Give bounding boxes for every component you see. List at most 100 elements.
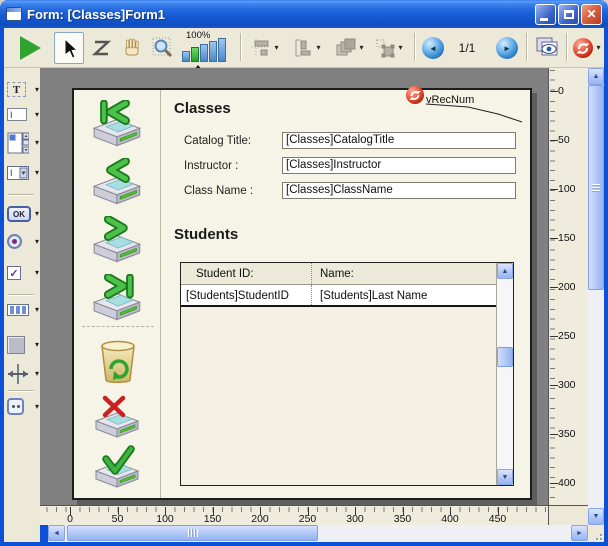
vertical-scrollbar[interactable]: ▲ ▼ [588, 68, 604, 525]
next-record-icon: ► [496, 37, 518, 59]
app-window: Form: [Classes]Form1 ✕ [0, 0, 608, 546]
run-icon [20, 36, 41, 60]
minimize-button[interactable] [535, 4, 556, 25]
horizontal-scroll-thumb[interactable] [67, 525, 318, 541]
toolbox-static-label-tool[interactable]: T ▾ [7, 82, 39, 97]
first-record-control[interactable] [92, 100, 144, 150]
previous-record-icon: ◄ [422, 37, 444, 59]
students-table-body [181, 307, 496, 485]
vertical-scroll-thumb[interactable] [588, 85, 604, 290]
next-record-button[interactable]: ► [494, 32, 520, 64]
table-scroll-thumb[interactable] [497, 347, 513, 367]
catalog-title-field[interactable]: [Classes]CatalogTitle [282, 132, 516, 149]
dropdown-icon: ▾ [35, 210, 39, 218]
zoom-bars-icon [182, 38, 226, 62]
control-toolbox: T ▾ I ▾ ▾ I ▾ [4, 68, 40, 542]
distribute-tool-button[interactable]: ▾ [289, 32, 325, 64]
students-table-row[interactable]: [Students]StudentID [Students]Last Name [181, 285, 496, 307]
scroll-down-icon: ▼ [593, 513, 600, 520]
validate-control[interactable] [92, 445, 144, 491]
previous-record-control[interactable] [92, 158, 144, 208]
preview-button[interactable] [532, 32, 564, 64]
instructor-field[interactable]: [Classes]Instructor [282, 157, 516, 174]
column-header-name[interactable]: Name: [311, 263, 496, 284]
toolbox-progressbar-tool[interactable]: ▾ [7, 304, 39, 316]
form-design-canvas[interactable]: Classes Catalog Title: [Classes]CatalogT… [72, 88, 532, 500]
resize-grip[interactable] [588, 525, 604, 542]
zoom-tool-button[interactable] [148, 32, 178, 64]
toolbox-list-control-tool[interactable]: ▾ [7, 132, 39, 154]
preview-eye-icon [535, 36, 561, 60]
table-scrollbar[interactable]: ▲ ▼ [496, 263, 513, 485]
dropdown-icon: ▾ [398, 44, 402, 52]
scroll-down-button[interactable]: ▼ [588, 508, 604, 525]
run-test-button[interactable] [14, 32, 46, 64]
ruler-corner-cell [548, 505, 588, 525]
cell-last-name: [Students]Last Name [311, 285, 496, 305]
cancel-control[interactable] [92, 395, 144, 441]
zoom-level-selector[interactable]: 100% [182, 30, 234, 66]
dropdown-icon: ▾ [35, 269, 39, 277]
students-section-title: Students [174, 226, 238, 243]
scroll-up-button[interactable]: ▲ [588, 68, 604, 85]
zigzag-icon [92, 38, 112, 58]
table-scroll-up-button[interactable]: ▲ [497, 263, 513, 279]
resize-icon [375, 38, 395, 58]
hand-icon [122, 38, 142, 58]
toolbox-splitter-tool[interactable]: ▾ [7, 364, 39, 384]
instructor-label: Instructor : [184, 160, 238, 172]
align-icon [251, 38, 271, 58]
scroll-right-button[interactable]: ► [571, 525, 588, 541]
frame-tool-icon [7, 336, 25, 354]
draw-tool-button[interactable] [88, 32, 116, 64]
toolbox-edit-control-tool[interactable]: I ▾ [7, 108, 39, 121]
splitter-tool-icon [7, 364, 29, 384]
dropdown-icon: ▾ [35, 238, 39, 246]
scroll-down-icon: ▼ [502, 474, 509, 481]
dropdown-icon: ▾ [35, 341, 39, 349]
callout-line [424, 98, 540, 128]
class-name-label: Class Name : [184, 185, 253, 197]
dropdown-icon: ▾ [359, 44, 363, 52]
dropdown-icon: ▾ [35, 403, 39, 411]
delete-record-control[interactable] [92, 336, 144, 384]
toolbar: 100% ▾ ▾ [4, 28, 604, 68]
class-name-field[interactable]: [Classes]ClassName [282, 182, 516, 199]
students-table-header: Student ID: Name: [181, 263, 496, 285]
ole-tool-icon [7, 398, 24, 415]
titlebar[interactable]: Form: [Classes]Form1 ✕ [0, 0, 608, 28]
previous-record-button[interactable]: ◄ [420, 32, 446, 64]
toolbox-button-tool[interactable]: OK ▾ [7, 206, 39, 222]
last-record-control[interactable] [92, 274, 144, 324]
close-icon: ✕ [586, 7, 596, 21]
students-table-control[interactable]: Student ID: Name: [Students]StudentID [S… [180, 262, 514, 486]
minimize-icon [540, 18, 548, 21]
rec-num-variable-icon[interactable] [406, 86, 424, 104]
order-tool-button[interactable]: ▾ [331, 32, 367, 64]
record-variables-button[interactable]: ▾ [570, 32, 604, 64]
close-button[interactable]: ✕ [581, 4, 602, 25]
scroll-left-button[interactable]: ◄ [48, 525, 65, 541]
toolbox-frame-tool[interactable]: ▾ [7, 336, 39, 354]
record-variable-icon [573, 38, 593, 58]
align-tool-button[interactable]: ▾ [247, 32, 283, 64]
icon-strip-divider [160, 90, 161, 498]
radio-tool-icon [7, 234, 22, 249]
toolbox-ole-control-tool[interactable]: ▾ [7, 398, 39, 415]
toolbox-combobox-tool[interactable]: I ▾ [7, 166, 39, 180]
table-scroll-down-button[interactable]: ▼ [497, 469, 513, 485]
dropdown-icon: ▾ [35, 139, 39, 147]
horizontal-scrollbar[interactable]: ◄ ► [48, 525, 588, 542]
next-record-control[interactable] [92, 216, 144, 266]
maximize-button[interactable] [558, 4, 579, 25]
toolbox-checkbox-tool[interactable]: ✓ ▾ [7, 266, 39, 280]
pan-tool-button[interactable] [118, 32, 146, 64]
toolbox-radio-button-tool[interactable]: ▾ [7, 234, 39, 249]
cell-student-id: [Students]StudentID [186, 285, 289, 305]
ruler-vertical: 050100150200250300350400 [548, 68, 588, 505]
resize-tool-button[interactable]: ▾ [371, 32, 407, 64]
dropdown-icon: ▾ [35, 111, 39, 119]
column-header-student-id[interactable]: Student ID: [181, 263, 311, 284]
select-tool-button[interactable] [54, 32, 84, 64]
layers-icon [334, 38, 356, 58]
